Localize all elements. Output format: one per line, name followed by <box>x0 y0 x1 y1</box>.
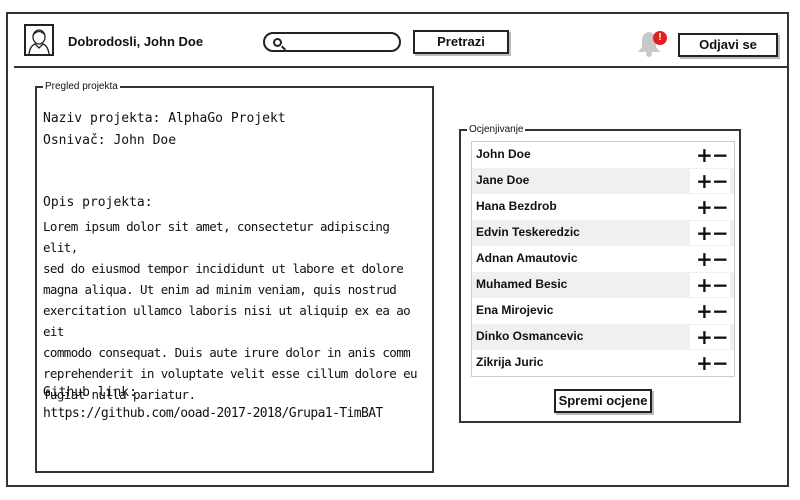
members-table: John Doe + − Jane Doe + − Hana Bezdrob +… <box>471 141 735 377</box>
minus-icon[interactable]: − <box>712 327 729 347</box>
project-name: Naziv projekta: AlphaGo Projekt <box>43 111 286 126</box>
plus-icon[interactable]: + <box>696 353 713 373</box>
plus-icon[interactable]: + <box>696 327 713 347</box>
rating-controls: + − <box>690 325 730 349</box>
minus-icon[interactable]: − <box>712 353 729 373</box>
member-name: Ena Mirojevic <box>476 303 554 317</box>
member-row: Edvin Teskeredzic + − <box>472 220 734 246</box>
rating-controls: + − <box>690 247 730 271</box>
description-line: commodo consequat. Duis aute irure dolor… <box>43 345 411 360</box>
member-name: Muhamed Besic <box>476 277 568 291</box>
plus-icon[interactable]: + <box>696 171 713 191</box>
search-icon <box>273 38 282 47</box>
save-ratings-button[interactable]: Spremi ocjene <box>554 389 652 413</box>
project-legend: Pregled projekta <box>43 80 120 93</box>
member-name: Hana Bezdrob <box>476 199 557 213</box>
member-row: Hana Bezdrob + − <box>472 194 734 220</box>
member-row: Dinko Osmancevic + − <box>472 324 734 350</box>
search-button[interactable]: Pretrazi <box>413 30 509 54</box>
member-row: Muhamed Besic + − <box>472 272 734 298</box>
plus-icon[interactable]: + <box>696 145 713 165</box>
member-name: John Doe <box>476 147 531 161</box>
minus-icon[interactable]: − <box>712 171 729 191</box>
member-row: Adnan Amautovic + − <box>472 246 734 272</box>
member-name: Zikrija Juric <box>476 355 544 369</box>
description-line: Lorem ipsum dolor sit amet, consectetur … <box>43 219 390 255</box>
plus-icon[interactable]: + <box>696 197 713 217</box>
member-row: Ena Mirojevic + − <box>472 298 734 324</box>
minus-icon[interactable]: − <box>712 249 729 269</box>
project-description: Lorem ipsum dolor sit amet, consectetur … <box>43 216 428 405</box>
description-line: magna aliqua. Ut enim ad minim veniam, q… <box>43 282 397 297</box>
welcome-text: Dobrodosli, John Doe <box>68 34 204 49</box>
rating-controls: + − <box>690 299 730 323</box>
github-link[interactable]: https://github.com/ooad-2017-2018/Grupa1… <box>43 406 383 421</box>
plus-icon[interactable]: + <box>696 301 713 321</box>
minus-icon[interactable]: − <box>712 275 729 295</box>
rating-legend: Ocjenjivanje <box>467 123 526 136</box>
rating-controls: + − <box>690 195 730 219</box>
description-heading: Opis projekta: <box>43 195 153 210</box>
avatar[interactable] <box>24 24 54 56</box>
minus-icon[interactable]: − <box>712 145 729 165</box>
logout-button[interactable]: Odjavi se <box>678 33 778 57</box>
member-name: Dinko Osmancevic <box>476 329 584 343</box>
member-row: Jane Doe + − <box>472 168 734 194</box>
user-avatar-icon <box>28 29 50 55</box>
member-name: Adnan Amautovic <box>476 251 578 265</box>
search-input[interactable] <box>263 32 401 52</box>
project-overview-panel: Pregled projekta Naziv projekta: AlphaGo… <box>35 80 434 473</box>
plus-icon[interactable]: + <box>696 275 713 295</box>
github-label: Github link: <box>43 385 137 400</box>
plus-icon[interactable]: + <box>696 223 713 243</box>
rating-panel: Ocjenjivanje John Doe + − Jane Doe + − H… <box>459 123 741 423</box>
member-name: Jane Doe <box>476 173 530 187</box>
plus-icon[interactable]: + <box>696 249 713 269</box>
member-row: John Doe + − <box>472 142 734 168</box>
member-name: Edvin Teskeredzic <box>476 225 580 239</box>
member-row: Zikrija Juric + − <box>472 350 734 376</box>
project-founder: Osnivač: John Doe <box>43 133 177 148</box>
description-line: exercitation ullamco laboris nisi ut ali… <box>43 303 411 339</box>
rating-controls: + − <box>690 143 730 167</box>
rating-controls: + − <box>690 273 730 297</box>
rating-controls: + − <box>690 351 730 375</box>
minus-icon[interactable]: − <box>712 301 729 321</box>
rating-controls: + − <box>690 221 730 245</box>
notification-badge: ! <box>653 31 667 45</box>
description-line: reprehenderit in voluptate velit esse ci… <box>43 366 418 381</box>
description-line: sed do eiusmod tempor incididunt ut labo… <box>43 261 404 276</box>
rating-controls: + − <box>690 169 730 193</box>
minus-icon[interactable]: − <box>712 197 729 217</box>
minus-icon[interactable]: − <box>712 223 729 243</box>
